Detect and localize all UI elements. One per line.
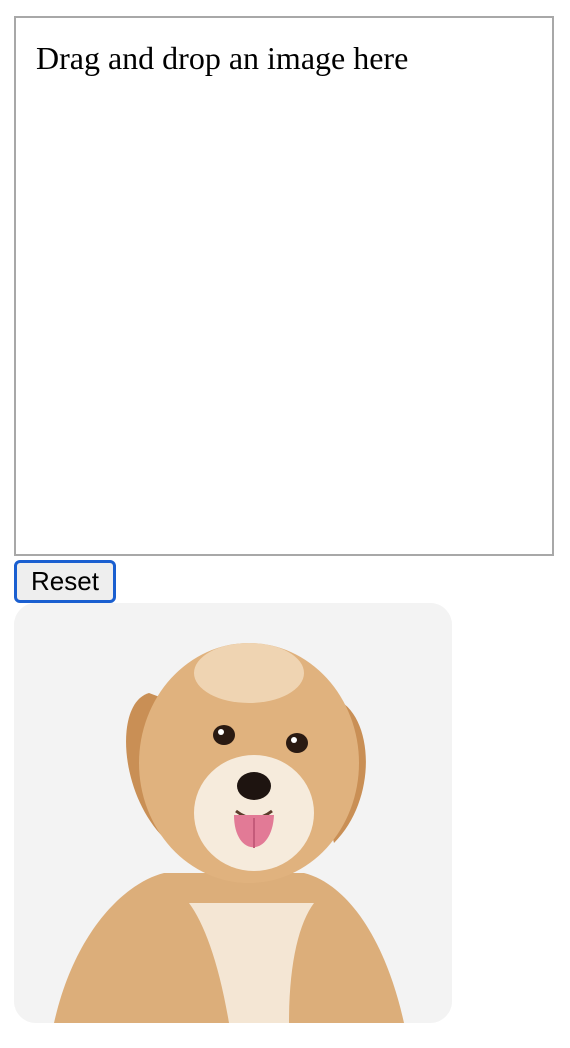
dropped-image	[14, 603, 452, 1023]
reset-button[interactable]: Reset	[14, 560, 116, 603]
drop-zone-instruction: Drag and drop an image here	[36, 40, 409, 76]
image-drop-zone[interactable]: Drag and drop an image here	[14, 16, 554, 556]
dog-photo-image	[14, 603, 452, 1023]
